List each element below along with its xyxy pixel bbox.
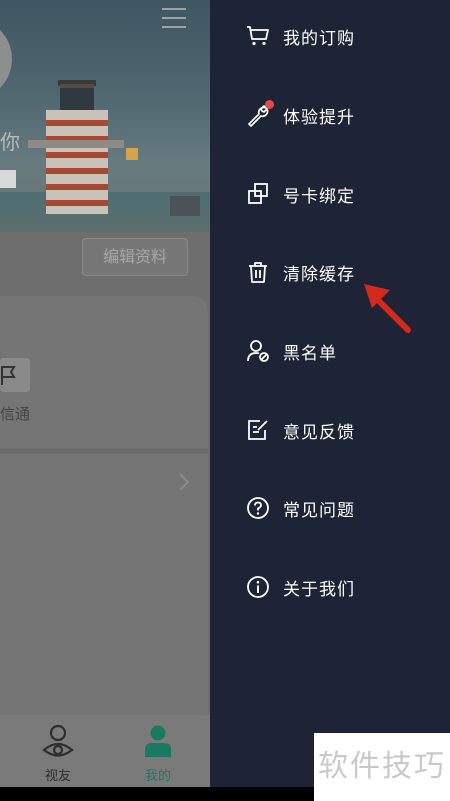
trash-icon [246,260,270,284]
card-item-label: 信通 [0,405,31,423]
profile-card [0,296,208,726]
drawer-item-label: 黑名单 [283,343,337,364]
bottom-tab-bar: 视友 我的 [0,715,210,787]
drawer-item-faq[interactable]: 常见问题 [246,490,355,526]
drawer-item-label: 清除缓存 [283,264,355,285]
drawer-item-label: 意见反馈 [283,422,355,443]
drawer-item-label: 常见问题 [283,500,355,521]
link-squares-icon [246,182,270,206]
username: 你 [0,130,20,154]
chevron-right-icon[interactable] [178,472,190,496]
drawer-item-label: 号卡绑定 [283,186,355,207]
drawer-item-my-orders[interactable]: 我的订购 [246,18,355,54]
side-drawer: 我的订购 体验提升 号卡绑定 清除缓存 黑名单 意见反馈 常见问题 关于我们 [210,0,450,787]
lighthouse-flag [126,148,138,160]
drawer-item-card-binding[interactable]: 号卡绑定 [246,176,355,212]
drawer-item-label: 关于我们 [283,579,355,600]
tab-shiyou[interactable]: 视友 [28,723,88,784]
edit-profile-button[interactable]: 编辑资料 [82,238,188,276]
feedback-icon [246,418,270,442]
profile-pane: 你 编辑资料 信通 视友 我的 [0,0,210,787]
watermark: 软件技巧 [314,733,450,801]
divider [0,448,208,454]
id-tag [0,170,16,188]
drawer-item-about[interactable]: 关于我们 [246,569,355,605]
tab-label: 我的 [144,769,171,784]
hamburger-menu-icon[interactable] [162,8,186,34]
notification-badge [265,100,274,109]
person-icon [145,725,171,757]
annotation-arrow-icon [364,284,411,333]
cart-icon [246,24,270,48]
drawer-item-clear-cache[interactable]: 清除缓存 [246,254,355,290]
drawer-item-label: 体验提升 [283,107,355,128]
user-block-icon [246,339,270,363]
drawer-item-label: 我的订购 [283,28,355,49]
flag-icon[interactable] [0,358,30,392]
drawer-item-feedback[interactable]: 意见反馈 [246,412,355,448]
info-icon [246,575,270,599]
beach-chairs [170,196,200,216]
eye-person-icon [42,724,74,757]
lighthouse-tower [46,110,108,214]
wrench-icon [246,100,274,127]
question-icon [246,496,270,520]
drawer-item-blacklist[interactable]: 黑名单 [246,333,337,369]
tab-label: 视友 [44,769,71,784]
drawer-item-experience[interactable]: 体验提升 [246,97,355,133]
lighthouse-lantern [60,84,94,112]
lighthouse-deck [28,140,124,148]
tab-wode[interactable]: 我的 [128,723,188,784]
